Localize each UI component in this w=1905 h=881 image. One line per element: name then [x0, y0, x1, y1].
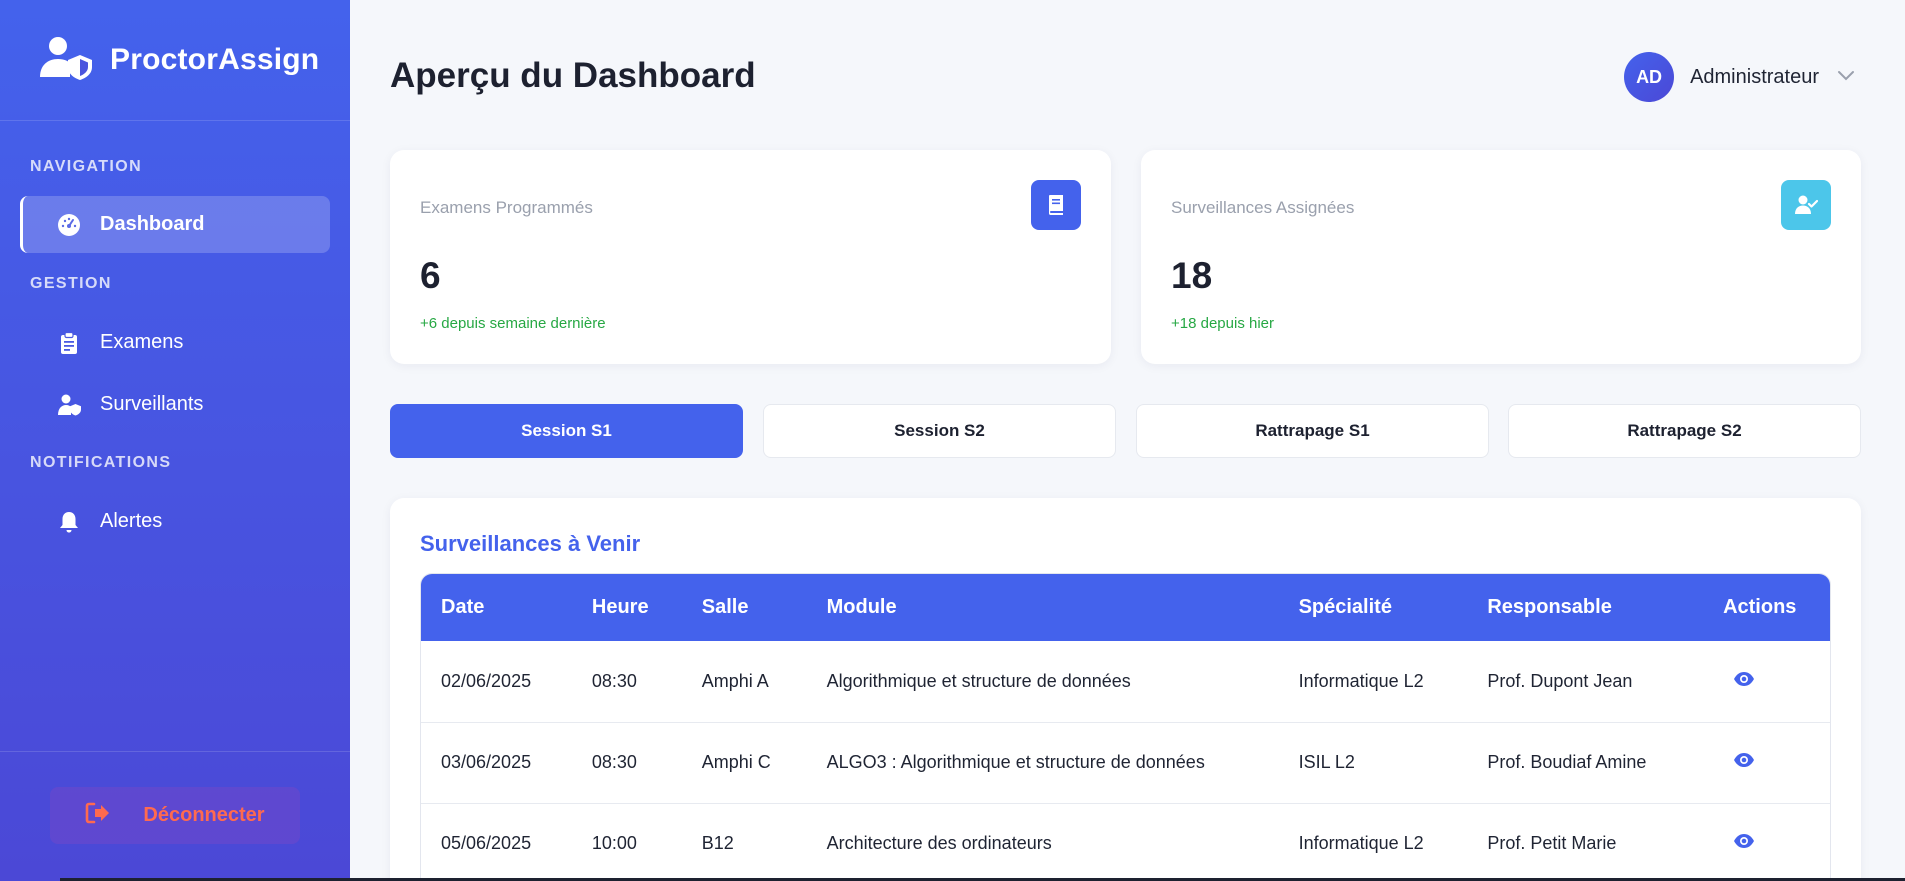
cell-actions: [1703, 722, 1830, 803]
nav-section-navigation: NAVIGATION: [30, 158, 143, 175]
cell-heure: 08:30: [591, 670, 637, 691]
cell-date: 02/06/2025: [441, 670, 532, 691]
stat-card-examens: Examens Programmés 6 +6 depuis semaine d…: [390, 150, 1111, 364]
sidebar-item-label: Alertes: [100, 510, 163, 532]
tab-rattrapage-s1[interactable]: Rattrapage S1: [1136, 404, 1489, 458]
cell-specialite: Informatique L2: [1298, 833, 1424, 853]
panel-title: Surveillances à Venir: [420, 531, 641, 556]
cell-salle: Amphi C: [701, 752, 771, 772]
cell-date: 05/06/2025: [441, 833, 532, 853]
page-title: Aperçu du Dashboard: [390, 56, 756, 95]
stat-label: Examens Programmés: [420, 198, 593, 217]
stat-label: Surveillances Assignées: [1171, 198, 1355, 217]
sidebar-item-label: Dashboard: [100, 213, 205, 235]
clipboard-icon: [56, 330, 82, 356]
cell-date: 03/06/2025: [441, 752, 532, 772]
user-name: Administrateur: [1690, 65, 1819, 88]
cell-actions: [1703, 803, 1830, 881]
column-header[interactable]: Responsable: [1467, 574, 1703, 641]
column-header[interactable]: Salle: [682, 574, 807, 641]
sidebar-item-alertes[interactable]: Alertes: [20, 493, 330, 550]
table-row[interactable]: 03/06/2025 08:30 Amphi C ALGO3 : Algorit…: [421, 722, 1830, 803]
sidebar-item-label: Surveillants: [100, 393, 204, 415]
cell-responsable: Prof. Dupont Jean: [1487, 670, 1633, 691]
tab-rattrapage-s2[interactable]: Rattrapage S2: [1508, 404, 1861, 458]
logout-label: Déconnecter: [143, 804, 265, 826]
cell-heure: 08:30: [591, 752, 637, 772]
sidebar-item-label: Examens: [100, 331, 184, 353]
eye-icon[interactable]: [1733, 671, 1757, 689]
logout-button[interactable]: Déconnecter: [50, 787, 300, 844]
cell-specialite: ISIL L2: [1298, 752, 1355, 772]
stat-value: 18: [1171, 255, 1213, 296]
cell-actions: [1703, 641, 1830, 722]
cell-specialite: Informatique L2: [1298, 670, 1424, 691]
table-row[interactable]: 02/06/2025 08:30 Amphi A Algorithmique e…: [421, 641, 1830, 722]
user-shield-icon: [56, 392, 82, 418]
column-header: Actions: [1723, 596, 1797, 618]
upcoming-panel: Surveillances à Venir Date Heure Salle M…: [390, 498, 1861, 881]
chevron-down-icon: [1837, 68, 1855, 86]
tab-session-s2[interactable]: Session S2: [763, 404, 1116, 458]
cell-responsable: Prof. Boudiaf Amine: [1487, 752, 1647, 772]
bell-icon: [56, 509, 82, 535]
eye-icon[interactable]: [1733, 752, 1757, 770]
book-icon: [1031, 180, 1081, 230]
avatar: AD: [1624, 52, 1675, 102]
user-menu[interactable]: AD Administrateur: [1624, 52, 1855, 102]
table-header-row: Date Heure Salle Module Spécialité Respo…: [421, 574, 1830, 641]
cell-module: ALGO3 : Algorithmique et structure de do…: [826, 752, 1205, 772]
stat-delta: +18 depuis hier: [1171, 315, 1274, 332]
cell-responsable: Prof. Petit Marie: [1487, 833, 1617, 853]
nav-section-gestion: GESTION: [30, 275, 112, 292]
stat-delta: +6 depuis semaine dernière: [420, 315, 606, 332]
column-header[interactable]: Spécialité: [1279, 574, 1468, 641]
brand-name: ProctorAssign: [110, 43, 320, 76]
column-header[interactable]: Module: [807, 574, 1279, 641]
column-header[interactable]: Heure: [572, 574, 682, 641]
eye-icon[interactable]: [1733, 833, 1757, 851]
stat-card-surveillances: Surveillances Assignées 18 +18 depuis hi…: [1141, 150, 1861, 364]
sign-out-icon: [85, 802, 143, 830]
sidebar-item-examens[interactable]: Examens: [20, 314, 330, 371]
user-shield-icon: [38, 35, 110, 86]
user-check-icon: [1781, 180, 1831, 230]
nav-section-notifications: NOTIFICATIONS: [30, 454, 172, 471]
cell-salle: B12: [701, 833, 734, 853]
brand[interactable]: ProctorAssign: [0, 0, 350, 121]
surveillances-table: Date Heure Salle Module Spécialité Respo…: [420, 573, 1831, 881]
cell-salle: Amphi A: [701, 670, 769, 691]
table-row[interactable]: 05/06/2025 10:00 B12 Architecture des or…: [421, 803, 1830, 881]
tab-session-s1[interactable]: Session S1: [390, 404, 743, 458]
sidebar: ProctorAssign NAVIGATION Dashboard GESTI…: [0, 0, 350, 881]
gauge-icon: [56, 212, 82, 238]
sidebar-footer-divider: [0, 751, 350, 752]
cell-heure: 10:00: [591, 833, 637, 853]
column-header[interactable]: Date: [421, 574, 572, 641]
cell-module: Architecture des ordinateurs: [826, 833, 1052, 853]
cell-module: Algorithmique et structure de données: [826, 670, 1131, 691]
sidebar-item-dashboard[interactable]: Dashboard: [20, 196, 330, 253]
stat-value: 6: [420, 255, 441, 296]
sidebar-item-surveillants[interactable]: Surveillants: [20, 376, 330, 433]
